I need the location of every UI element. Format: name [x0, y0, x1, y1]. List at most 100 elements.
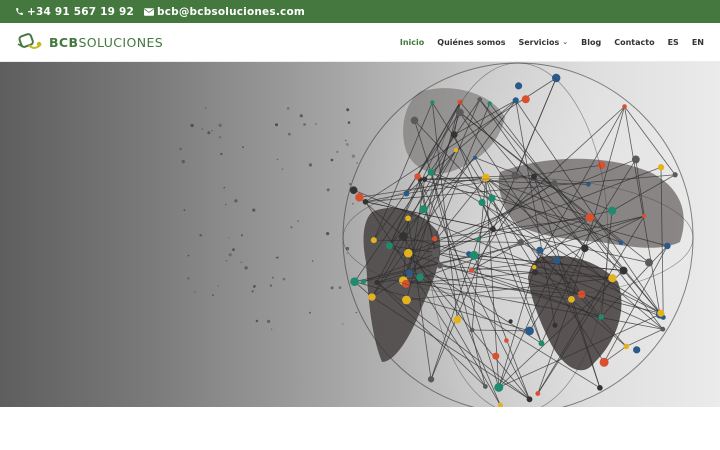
- language-en[interactable]: EN: [692, 38, 704, 47]
- network-node: [631, 155, 640, 164]
- network-node: [511, 171, 520, 180]
- network-node: [403, 248, 413, 258]
- network-node: [476, 237, 481, 242]
- network-node: [514, 82, 523, 90]
- network-node: [422, 176, 428, 182]
- network-node: [402, 295, 411, 305]
- network-node: [657, 309, 665, 317]
- network-node: [585, 213, 595, 222]
- logo-brand-light: SOLUCIONES: [78, 34, 164, 50]
- network-node: [350, 277, 359, 286]
- nav-item-label: Servicios: [518, 37, 560, 47]
- network-node: [660, 326, 666, 332]
- network-node: [469, 327, 475, 333]
- network-node: [568, 295, 575, 303]
- network-node: [517, 239, 524, 246]
- nav-item-label: EN: [691, 37, 704, 47]
- network-node: [487, 101, 492, 106]
- network-node: [489, 226, 496, 232]
- network-node: [488, 194, 496, 202]
- network-node: [581, 244, 589, 253]
- network-node: [553, 256, 561, 264]
- network-node: [416, 273, 424, 281]
- network-node: [526, 396, 533, 403]
- network-node: [370, 237, 377, 244]
- network-node: [374, 279, 380, 286]
- network-node: [453, 147, 459, 153]
- network-node: [664, 242, 671, 250]
- network-node: [608, 274, 617, 283]
- network-node: [633, 346, 641, 354]
- network-node: [468, 268, 474, 273]
- main-nav: Inicio Quiénes somos Servicios ⌄ Blog Co…: [387, 38, 704, 47]
- language-es[interactable]: ES: [668, 38, 679, 47]
- phone-number: +34 91 567 19 92: [27, 5, 134, 18]
- network-node: [492, 352, 500, 360]
- network-node: [521, 95, 530, 104]
- network-node: [399, 231, 408, 241]
- network-node: [385, 242, 393, 250]
- nav-item-label: ES: [667, 37, 679, 47]
- network-node: [430, 100, 435, 105]
- nav-item-servicios[interactable]: Servicios ⌄: [518, 38, 568, 47]
- nav-item-label: Blog: [581, 37, 602, 47]
- nav-item-label: Contacto: [614, 37, 655, 47]
- network-node: [477, 97, 483, 102]
- network-node: [481, 173, 490, 182]
- network-node: [405, 269, 413, 277]
- network-node: [608, 206, 617, 215]
- network-node: [478, 198, 486, 207]
- nav-item-inicio[interactable]: Inicio: [400, 38, 424, 47]
- network-node: [504, 338, 509, 343]
- network-node: [552, 322, 558, 328]
- network-node: [349, 186, 358, 194]
- network-node: [525, 326, 534, 336]
- phone-contact[interactable]: +34 91 567 19 92: [15, 6, 134, 18]
- chevron-down-icon: ⌄: [562, 38, 569, 46]
- network-node: [536, 246, 544, 254]
- network-node: [550, 180, 558, 187]
- logo-brand-bold: BCB: [49, 34, 79, 50]
- network-node: [355, 193, 364, 202]
- network-node: [508, 319, 513, 324]
- page-content-area: [0, 407, 720, 450]
- network-globe-image: [179, 62, 694, 407]
- nav-item-blog[interactable]: Blog: [581, 38, 601, 47]
- email-address: bcb@bcbsoluciones.com: [157, 5, 306, 18]
- network-node: [644, 258, 653, 267]
- nav-item-label: Inicio: [399, 37, 425, 47]
- network-node: [368, 293, 376, 301]
- network-node: [482, 384, 488, 389]
- network-node: [419, 205, 428, 214]
- network-node: [473, 155, 478, 160]
- network-node: [362, 198, 369, 205]
- network-node: [535, 391, 541, 396]
- network-node: [437, 262, 443, 269]
- logo-wordmark: BCBSOLUCIONES: [49, 35, 163, 50]
- network-node: [414, 173, 421, 180]
- envelope-icon: [144, 7, 154, 16]
- site-logo[interactable]: BCBSOLUCIONES: [17, 32, 163, 52]
- logo-mark-icon: [17, 33, 42, 49]
- network-node: [532, 269, 539, 276]
- nav-item-quienes-somos[interactable]: Quiénes somos: [437, 38, 505, 47]
- network-node: [405, 215, 411, 222]
- network-node: [450, 131, 458, 139]
- network-node: [360, 278, 367, 285]
- site-header: BCBSOLUCIONES Inicio Quiénes somos Servi…: [0, 23, 720, 62]
- network-node: [469, 250, 479, 260]
- network-node: [642, 214, 647, 219]
- network-node: [599, 357, 609, 367]
- nav-item-contacto[interactable]: Contacto: [614, 38, 654, 47]
- network-node: [410, 116, 419, 125]
- network-node: [494, 382, 504, 392]
- network-node: [672, 172, 678, 178]
- network-node: [597, 385, 603, 391]
- network-node: [512, 97, 519, 104]
- network-node: [427, 168, 435, 176]
- email-contact[interactable]: bcb@bcbsoluciones.com: [144, 6, 305, 18]
- hero-banner: [0, 62, 720, 407]
- network-node: [657, 164, 665, 171]
- network-node: [619, 266, 628, 275]
- network-node: [532, 264, 537, 270]
